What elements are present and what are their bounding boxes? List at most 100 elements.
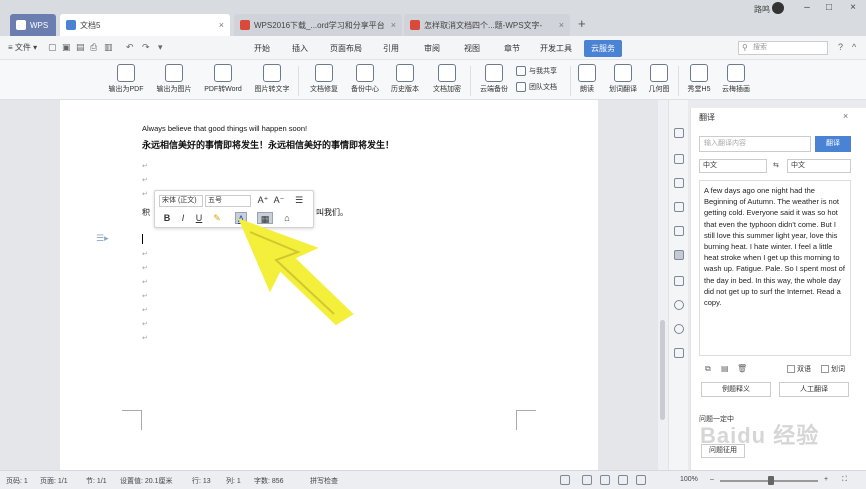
- more-icon[interactable]: ▾: [158, 42, 163, 53]
- new-tab-button[interactable]: +: [578, 16, 586, 31]
- preview-icon[interactable]: ▥: [104, 42, 113, 53]
- minimize-icon[interactable]: –: [800, 2, 814, 13]
- swap-languages-icon[interactable]: ⇆: [773, 161, 779, 169]
- avatar[interactable]: [772, 2, 784, 14]
- lock-icon: [438, 64, 456, 82]
- close-tab-icon[interactable]: ×: [219, 20, 224, 30]
- pdf-to-word-button[interactable]: PDF转Word: [200, 64, 246, 94]
- web-view-icon[interactable]: [618, 475, 628, 485]
- translate-side-icon[interactable]: [674, 250, 684, 260]
- close-window-icon[interactable]: ×: [846, 2, 860, 13]
- redo-icon[interactable]: ↷: [142, 42, 150, 53]
- line-spacing-icon[interactable]: ☰: [293, 194, 305, 206]
- zoom-in-icon[interactable]: +: [824, 476, 828, 483]
- paragraph-handle-icon[interactable]: ☰▸: [96, 233, 109, 244]
- human-translate-button[interactable]: 人工翻译: [779, 382, 849, 397]
- cloud-illustration-button[interactable]: 云梅插画: [718, 64, 754, 94]
- menu-item-page-layout[interactable]: 页面布局: [330, 43, 362, 54]
- close-panel-icon[interactable]: ×: [843, 111, 848, 121]
- word-translate-button[interactable]: 划词翻译: [604, 64, 642, 94]
- user-name[interactable]: 路鸣: [754, 4, 770, 15]
- help-icon[interactable]: ?: [838, 42, 843, 52]
- italic-button[interactable]: I: [177, 212, 189, 224]
- tab-wps-home[interactable]: WPS: [10, 14, 56, 36]
- close-tab-icon[interactable]: ×: [559, 20, 564, 30]
- menu-item-review[interactable]: 审阅: [424, 43, 440, 54]
- search-input[interactable]: 搜索: [738, 41, 828, 55]
- spell-check[interactable]: 拼写检查: [310, 476, 338, 486]
- save-status-icon[interactable]: [560, 475, 570, 485]
- table-icon[interactable]: [674, 276, 684, 286]
- doc-repair-button[interactable]: 文档修复: [306, 64, 342, 94]
- export-image-button[interactable]: 输出为图片: [152, 64, 196, 94]
- geometry-button[interactable]: 几何图: [644, 64, 674, 94]
- target-language-select[interactable]: 中文: [787, 159, 851, 173]
- zoom-slider-thumb[interactable]: [768, 476, 774, 485]
- word-count[interactable]: 字数: 856: [254, 476, 284, 486]
- delete-icon[interactable]: 🗑: [737, 364, 747, 373]
- source-language-select[interactable]: 中文: [699, 159, 767, 173]
- bilingual-checkbox[interactable]: 双语: [787, 364, 811, 374]
- cloud-backup-button[interactable]: 云端备份: [476, 64, 512, 94]
- save-icon[interactable]: ▤: [76, 42, 85, 53]
- collapse-ribbon-icon[interactable]: ^: [852, 42, 856, 52]
- export-icon[interactable]: [674, 348, 684, 358]
- team-docs-button[interactable]: 团队文档: [516, 82, 557, 92]
- highlight-icon[interactable]: ✎: [211, 212, 223, 224]
- side-tool-strip: [668, 100, 688, 470]
- word-select-checkbox[interactable]: 划词: [821, 364, 845, 374]
- image-to-text-button[interactable]: 图片转文字: [250, 64, 294, 94]
- menu-item-view[interactable]: 视图: [464, 43, 480, 54]
- read-view-icon[interactable]: [600, 475, 610, 485]
- scroll-thumb[interactable]: [660, 320, 665, 420]
- outline-view-icon[interactable]: [636, 475, 646, 485]
- page-view-icon[interactable]: [582, 475, 592, 485]
- doc-encrypt-button[interactable]: 文档加密: [428, 64, 466, 94]
- font-size-select[interactable]: 五号: [205, 195, 251, 207]
- clock-icon[interactable]: [674, 300, 684, 310]
- xiutang-h5-button[interactable]: 秀堂H5: [682, 64, 716, 94]
- history-version-button[interactable]: 历史版本: [386, 64, 424, 94]
- print-icon[interactable]: ⎙: [90, 42, 97, 53]
- shrink-font-icon[interactable]: A⁻: [273, 194, 285, 206]
- shared-with-me-button[interactable]: 与我共享: [516, 66, 557, 76]
- maximize-icon[interactable]: □: [822, 2, 836, 13]
- undo-icon[interactable]: ↶: [126, 42, 134, 53]
- file-menu[interactable]: ≡ 文件 ▾: [8, 42, 37, 53]
- backup-center-button[interactable]: 备份中心: [346, 64, 384, 94]
- translation-result[interactable]: A few days ago one night had the Beginni…: [699, 180, 851, 356]
- menu-item-cloud[interactable]: 云服务: [584, 40, 622, 57]
- tab-document[interactable]: 文档5 ×: [60, 14, 230, 36]
- translate-button[interactable]: 翻译: [815, 136, 851, 152]
- tab-browser-1[interactable]: WPS2016下载_...ord学习和分享平台 ×: [234, 14, 402, 36]
- menu-item-insert[interactable]: 插入: [292, 43, 308, 54]
- vertical-scrollbar[interactable]: [658, 100, 668, 470]
- menu-item-start[interactable]: 开始: [254, 43, 270, 54]
- insert-icon[interactable]: ▤: [721, 364, 729, 373]
- pin-icon[interactable]: [674, 128, 684, 138]
- question-icon[interactable]: [674, 324, 684, 334]
- menu-item-reference[interactable]: 引用: [383, 43, 399, 54]
- fit-page-icon[interactable]: ⛶: [842, 476, 847, 484]
- example-meaning-button[interactable]: 例题释义: [701, 382, 771, 397]
- underline-button[interactable]: U: [193, 212, 205, 224]
- bold-button[interactable]: B: [161, 212, 173, 224]
- shape-icon[interactable]: [674, 178, 684, 188]
- tab-browser-2[interactable]: 怎样取消文档四个...题-WPS文字- ×: [404, 14, 570, 36]
- adjust-icon[interactable]: [674, 202, 684, 212]
- read-aloud-button[interactable]: 朗读: [574, 64, 600, 94]
- translate-input[interactable]: 输入翻译内容: [699, 136, 811, 152]
- export-pdf-button[interactable]: 输出为PDF: [104, 64, 148, 94]
- close-tab-icon[interactable]: ×: [391, 20, 396, 30]
- menu-item-dev-tools[interactable]: 开发工具: [540, 43, 572, 54]
- zoom-level[interactable]: 100%: [680, 476, 698, 483]
- copy-icon[interactable]: ⧉: [705, 364, 711, 374]
- new-file-icon[interactable]: ▢: [48, 42, 57, 53]
- grow-font-icon[interactable]: A⁺: [257, 194, 269, 206]
- pointer-icon[interactable]: [674, 154, 684, 164]
- list-icon[interactable]: [674, 226, 684, 236]
- font-family-select[interactable]: 宋体 (正文): [159, 195, 203, 207]
- open-icon[interactable]: ▣: [62, 42, 71, 53]
- zoom-out-icon[interactable]: –: [710, 476, 714, 483]
- menu-item-chapter[interactable]: 章节: [504, 43, 520, 54]
